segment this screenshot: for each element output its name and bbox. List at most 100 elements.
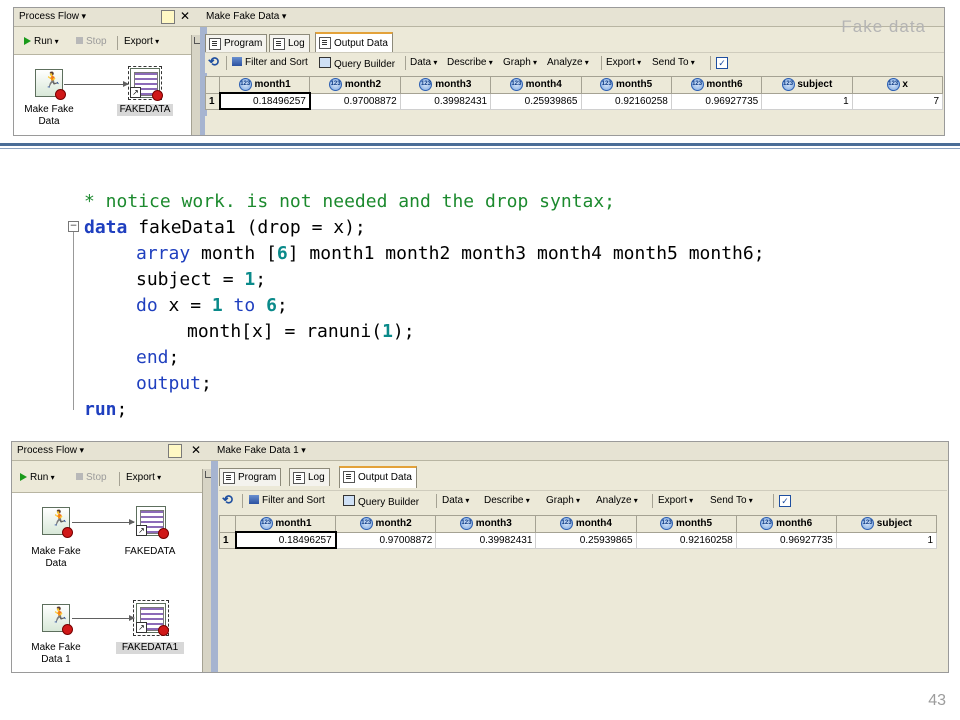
row-header-corner[interactable] — [219, 515, 236, 533]
node-label-fakedata[interactable]: FAKEDATA — [117, 104, 173, 116]
runner-icon[interactable]: 🏃 — [42, 604, 73, 635]
tab-log[interactable]: Log — [289, 468, 330, 486]
node-label-fakedata1[interactable]: FAKEDATA1 — [116, 642, 184, 654]
stop-button[interactable]: Stop — [76, 472, 107, 483]
table-cell[interactable]: 0.96927735 — [670, 92, 763, 110]
toolbar-separator — [710, 56, 711, 70]
tab-program[interactable]: Program — [205, 34, 268, 52]
checkbox-icon[interactable]: ✓ — [779, 495, 791, 507]
dataset-icon[interactable]: ↗ — [136, 603, 169, 636]
menu-analyze[interactable]: Analyze — [547, 57, 589, 68]
menu-describe[interactable]: Describe — [484, 495, 530, 506]
column-header[interactable]: 123 month4 — [490, 76, 582, 94]
top-screenshot: Process Flow ✕ Run Stop Export 🏃 ↗ Make … — [13, 7, 945, 136]
menu-graph[interactable]: Graph — [546, 495, 580, 506]
tab-output-data[interactable]: Output Data — [339, 466, 417, 488]
runner-icon[interactable]: 🏃 — [35, 69, 66, 100]
column-header[interactable]: 123 month2 — [335, 515, 437, 533]
close-icon[interactable]: ✕ — [180, 9, 190, 23]
run-button[interactable]: Run — [24, 36, 59, 47]
close-icon[interactable]: ✕ — [191, 443, 201, 457]
fold-icon[interactable]: − — [68, 221, 79, 232]
pin-icon[interactable] — [161, 10, 175, 24]
table-cell[interactable]: 0.97008872 — [335, 531, 437, 549]
column-header[interactable]: 123 month6 — [670, 76, 763, 94]
refresh-icon[interactable]: ⟲ — [222, 492, 233, 508]
column-header[interactable]: 123 month3 — [435, 515, 537, 533]
editor-title[interactable]: Make Fake Data 1 — [217, 445, 306, 456]
menu-graph[interactable]: Graph — [503, 57, 537, 68]
tab-program[interactable]: Program — [219, 468, 282, 486]
run-button[interactable]: Run — [20, 472, 55, 483]
column-header[interactable]: 123 month6 — [735, 515, 837, 533]
row-header-corner[interactable] — [205, 76, 220, 94]
menu-export[interactable]: Export — [658, 495, 693, 506]
row-number[interactable]: 1 — [205, 92, 220, 110]
code-line-9: run; — [84, 399, 128, 420]
table-cell[interactable]: 0.39982431 — [399, 92, 492, 110]
column-header[interactable]: 123 month3 — [399, 76, 492, 94]
process-flow-header: Process Flow ✕ — [12, 442, 211, 461]
query-builder-button[interactable]: Query Builder — [319, 57, 395, 70]
node-label-make-fake-data[interactable]: Make Fake Data — [22, 104, 76, 128]
stop-button[interactable]: Stop — [76, 36, 107, 47]
query-builder-button[interactable]: Query Builder — [343, 495, 419, 508]
numeric-column-icon: 123 — [781, 78, 795, 92]
menu-describe[interactable]: Describe — [447, 57, 493, 68]
process-flow-canvas[interactable]: 🏃 ↗ Make Fake Data FAKEDATA 🏃 ↗ Make Fak… — [12, 492, 202, 672]
table-cell[interactable]: 0.92160258 — [580, 92, 672, 110]
editor-title[interactable]: Make Fake Data — [206, 11, 286, 22]
runner-icon[interactable]: 🏃 — [42, 507, 73, 538]
process-flow-canvas[interactable]: 🏃 ↗ Make Fake Data FAKEDATA — [14, 54, 191, 135]
program-icon — [209, 38, 221, 50]
table-cell[interactable]: 1 — [761, 92, 853, 110]
menu-analyze[interactable]: Analyze — [596, 495, 638, 506]
filter-and-sort-button[interactable]: Filter and Sort — [232, 57, 308, 68]
menu-data[interactable]: Data — [442, 495, 469, 506]
refresh-icon[interactable]: ⟲ — [208, 54, 219, 70]
menu-export[interactable]: Export — [606, 57, 641, 68]
column-header[interactable]: 123 month2 — [309, 76, 401, 94]
filter-and-sort-button[interactable]: Filter and Sort — [249, 495, 325, 506]
column-header[interactable]: 123 subject — [835, 515, 938, 533]
table-cell[interactable]: 1 — [835, 531, 938, 549]
row-number[interactable]: 1 — [219, 531, 236, 549]
column-header[interactable]: 123 x — [851, 76, 944, 94]
node-label-make-fake-data[interactable]: Make Fake Data — [26, 546, 86, 570]
table-cell[interactable]: 0.18496257 — [218, 92, 311, 110]
export-button[interactable]: Export — [124, 36, 159, 47]
table-cell[interactable]: 0.39982431 — [435, 531, 537, 549]
tab-log[interactable]: Log — [269, 34, 310, 52]
dataset-icon[interactable]: ↗ — [130, 68, 163, 101]
table-cell[interactable]: 0.97008872 — [309, 92, 401, 110]
numeric-column-icon: 123 — [359, 517, 373, 531]
node-label-fakedata[interactable]: FAKEDATA — [118, 546, 182, 558]
checkbox-icon[interactable]: ✓ — [716, 57, 728, 69]
column-header[interactable]: 123 month5 — [580, 76, 672, 94]
column-header[interactable]: 123 subject — [761, 76, 853, 94]
data-toolbar: ⟲ Filter and Sort Query Builder Data Des… — [219, 490, 947, 511]
table-cell[interactable]: 0.25939865 — [535, 531, 637, 549]
tab-output-data[interactable]: Output Data — [315, 32, 393, 54]
menu-data[interactable]: Data — [410, 57, 437, 68]
menu-send-to[interactable]: Send To — [652, 57, 695, 68]
dataset-icon[interactable]: ↗ — [136, 506, 169, 539]
column-header[interactable]: 123 month4 — [535, 515, 637, 533]
table-cell[interactable]: 0.18496257 — [234, 531, 337, 549]
grid-empty-area — [219, 555, 947, 672]
menu-send-to[interactable]: Send To — [710, 495, 753, 506]
node-label-make-fake-data-1[interactable]: Make Fake Data 1 — [26, 642, 86, 666]
process-flow-title[interactable]: Process Flow — [19, 11, 86, 22]
table-cell[interactable]: 0.96927735 — [735, 531, 837, 549]
table-cell[interactable]: 0.92160258 — [635, 531, 737, 549]
pane-splitter[interactable] — [211, 442, 218, 672]
table-cell[interactable]: 7 — [851, 92, 944, 110]
column-header[interactable]: 123 month5 — [635, 515, 737, 533]
pin-icon[interactable] — [168, 444, 182, 458]
process-flow-title[interactable]: Process Flow — [17, 445, 84, 456]
editor-tabs: Program Log Output Data — [219, 466, 947, 488]
column-header[interactable]: 123 month1 — [218, 76, 311, 94]
table-cell[interactable]: 0.25939865 — [490, 92, 582, 110]
export-button[interactable]: Export — [126, 472, 161, 483]
column-header[interactable]: 123 month1 — [234, 515, 337, 533]
